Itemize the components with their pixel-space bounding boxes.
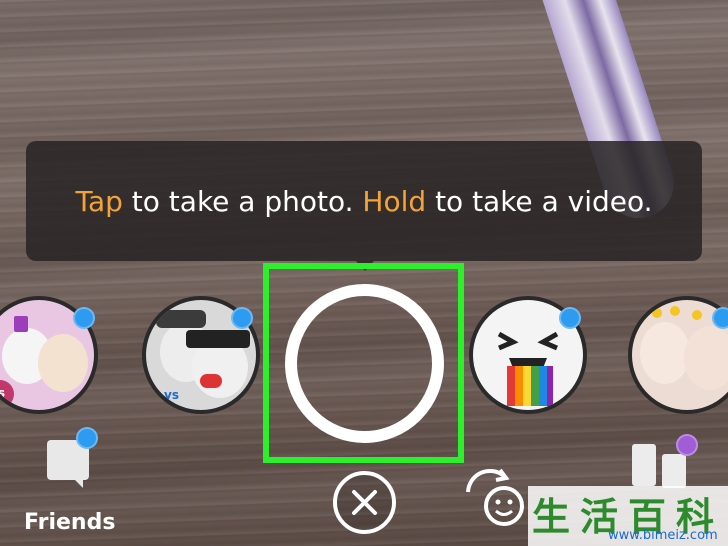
tooltip-word-tap: Tap [75, 185, 123, 218]
tooltip-text-end: to take a video. [426, 185, 653, 218]
tooltip-word-hold: Hold [362, 185, 427, 218]
discover-notification-dot [676, 434, 698, 456]
close-icon [352, 490, 377, 515]
tooltip-text-middle: to take a photo. [122, 185, 363, 218]
friends-label[interactable]: Friends [24, 510, 115, 535]
close-lens-button[interactable] [333, 471, 396, 534]
capture-tooltip: Tap to take a photo. Hold to take a vide… [26, 141, 702, 261]
watermark: 生活百科 www.bimeiz.com [528, 486, 728, 546]
notification-dot [76, 427, 98, 449]
lens-cat-dog-badge: vs [0, 386, 5, 400]
watermark-url: www.bimeiz.com [608, 528, 718, 543]
capture-button[interactable] [285, 284, 444, 443]
notification-dot [73, 307, 95, 329]
lens-glasses-badge: vs [164, 388, 179, 402]
face-swap-icon[interactable] [460, 466, 528, 530]
notification-dot [712, 307, 728, 329]
notification-dot [559, 307, 581, 329]
notification-dot [231, 307, 253, 329]
tooltip-text: Tap to take a photo. Hold to take a vide… [26, 185, 702, 218]
